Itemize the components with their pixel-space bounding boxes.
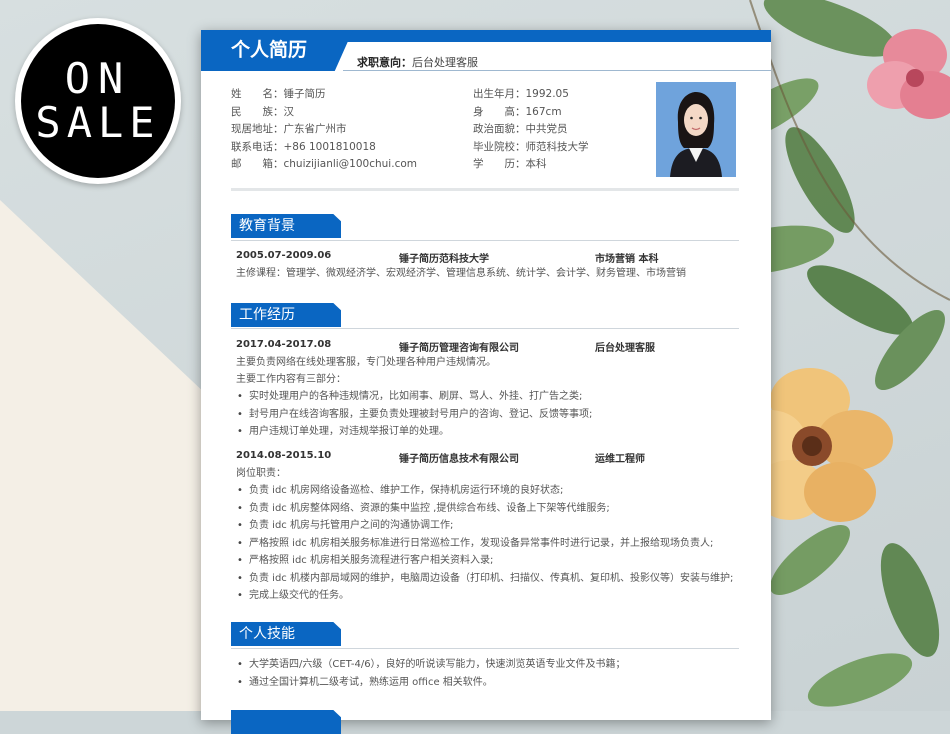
info-row: 联系电话：+86 1001810018 — [231, 139, 417, 157]
info-key: 政治面貌： — [473, 123, 526, 136]
education-period: 2005.07-2009.06 — [236, 250, 332, 261]
info-row: 邮 箱：chuizijianli@100chui.com — [231, 156, 417, 174]
job-objective-label: 求职意向： — [357, 56, 412, 69]
objective-underline — [343, 70, 771, 71]
list-item: 负责 idc 机楼内部局域网的维护，电脑周边设备（打印机、扫描仪、传真机、复印机… — [236, 570, 733, 588]
resume-page: 个人简历 求职意向：后台处理客服 姓 名：锤子简历 民 族：汉 现居地址：广东省… — [201, 30, 771, 734]
profile-photo — [656, 82, 736, 177]
work-company: 锤子简历管理咨询有限公司 — [399, 343, 519, 354]
info-key: 学 历： — [473, 158, 526, 171]
section-heading-next — [231, 710, 341, 734]
list-item: 负责 idc 机房网络设备巡检、维护工作，保持机房运行环境的良好状态; — [236, 482, 733, 500]
info-value: 1992.05 — [525, 88, 569, 100]
section-heading-skills: 个人技能 — [231, 622, 341, 646]
list-item: 负责 idc 机房与托管用户之间的沟通协调工作; — [236, 517, 733, 535]
education-courses: 主修课程：管理学、微观经济学、宏观经济学、管理信息系统、统计学、会计学、财务管理… — [236, 268, 686, 279]
work-role: 后台处理客服 — [595, 343, 655, 354]
info-key: 身 高： — [473, 105, 526, 118]
list-item: 完成上级交代的任务。 — [236, 587, 733, 605]
info-row: 学 历：本科 — [473, 156, 589, 174]
list-item: 用户违规订单处理，对违规举报订单的处理。 — [236, 423, 592, 441]
list-item: 通过全国计算机二级考试，熟练运用 office 相关软件。 — [236, 674, 626, 692]
info-key: 民 族： — [231, 105, 284, 118]
person-portrait-icon — [656, 82, 736, 177]
work-duties-list: 负责 idc 机房网络设备巡检、维护工作，保持机房运行环境的良好状态; 负责 i… — [236, 482, 733, 605]
list-item: 大学英语四/六级（CET-4/6），良好的听说读写能力，快速浏览英语专业文件及书… — [236, 656, 626, 674]
info-value: 中共党员 — [525, 123, 568, 136]
work-entry-header: 2017.04-2017.08 锤子简历管理咨询有限公司 后台处理客服 — [236, 339, 655, 354]
info-value: 师范科技大学 — [525, 140, 589, 153]
info-value: 本科 — [525, 158, 547, 171]
info-row: 政治面貌：中共党员 — [473, 121, 589, 139]
work-company: 锤子简历信息技术有限公司 — [399, 454, 519, 465]
sale-badge-line1: ON — [64, 53, 132, 103]
info-key: 邮 箱： — [231, 158, 284, 171]
work-description: 主要工作内容有三部分： — [236, 374, 346, 385]
list-item: 严格按照 idc 机房相关服务流程进行客户相关资料入录; — [236, 552, 733, 570]
info-value: +86 1001810018 — [283, 140, 376, 153]
skills-list: 大学英语四/六级（CET-4/6），良好的听说读写能力，快速浏览英语专业文件及书… — [236, 656, 626, 691]
list-item: 严格按照 idc 机房相关服务标准进行日常巡检工作，发现设备异常事件时进行记录，… — [236, 535, 733, 553]
info-row: 姓 名：锤子简历 — [231, 86, 417, 104]
list-item: 实时处理用户的各种违规情况，比如闹事、刷屏、骂人、外挂、打广告之类; — [236, 388, 592, 406]
sale-badge-line2: SALE — [35, 98, 161, 147]
resume-title: 个人简历 — [201, 30, 353, 71]
info-row: 出生年月：1992.05 — [473, 86, 589, 104]
job-objective: 求职意向：后台处理客服 — [357, 54, 478, 70]
work-period: 2014.08-2015.10 — [236, 450, 332, 461]
section-heading-education: 教育背景 — [231, 214, 341, 238]
work-description: 主要负责网络在线处理客服，专门处理各种用户违规情况。 — [236, 357, 496, 368]
info-key: 姓 名： — [231, 88, 284, 100]
work-entry-header: 2014.08-2015.10 锤子简历信息技术有限公司 运维工程师 — [236, 450, 645, 465]
section-underline — [231, 328, 739, 329]
section-underline — [231, 240, 739, 241]
info-value: 广东省广州市 — [283, 123, 347, 136]
work-duties-list: 实时处理用户的各种违规情况，比如闹事、刷屏、骂人、外挂、打广告之类; 封号用户在… — [236, 388, 592, 441]
work-role: 运维工程师 — [595, 454, 645, 465]
list-item: 封号用户在线咨询客服，主要负责处理被封号用户的咨询、登记、反馈等事项; — [236, 406, 592, 424]
sale-badge-text: ON SALE — [21, 24, 175, 178]
info-value: chuizijianli@100chui.com — [283, 158, 418, 171]
info-right-column: 出生年月：1992.05 身 高：167cm 政治面貌：中共党员 毕业院校：师范… — [473, 86, 589, 174]
info-left-column: 姓 名：锤子简历 民 族：汉 现居地址：广东省广州市 联系电话：+86 1001… — [231, 86, 417, 174]
job-objective-value: 后台处理客服 — [412, 56, 478, 69]
section-underline — [231, 648, 739, 649]
education-entry-header: 2005.07-2009.06 锤子简历范科技大学 市场营销 本科 — [236, 250, 658, 265]
sale-badge: ON SALE — [15, 18, 181, 184]
info-row: 民 族：汉 — [231, 104, 417, 122]
header-divider — [231, 188, 739, 191]
list-item: 负责 idc 机房整体网络、资源的集中监控 ,提供综合布线、设备上下架等代维服务… — [236, 500, 733, 518]
section-heading-work: 工作经历 — [231, 303, 341, 327]
info-key: 毕业院校： — [473, 140, 526, 153]
info-row: 身 高：167cm — [473, 104, 589, 122]
work-description: 岗位职责： — [236, 468, 286, 479]
education-major: 市场营销 本科 — [595, 254, 659, 265]
info-key: 现居地址： — [231, 123, 284, 136]
info-value: 汉 — [283, 105, 295, 118]
work-period: 2017.04-2017.08 — [236, 339, 332, 350]
info-key: 联系电话： — [231, 140, 284, 153]
info-value: 锤子简历 — [283, 88, 326, 100]
info-row: 毕业院校：师范科技大学 — [473, 139, 589, 157]
education-school: 锤子简历范科技大学 — [399, 254, 489, 265]
info-key: 出生年月： — [473, 88, 526, 100]
info-row: 现居地址：广东省广州市 — [231, 121, 417, 139]
info-value: 167cm — [525, 105, 562, 118]
